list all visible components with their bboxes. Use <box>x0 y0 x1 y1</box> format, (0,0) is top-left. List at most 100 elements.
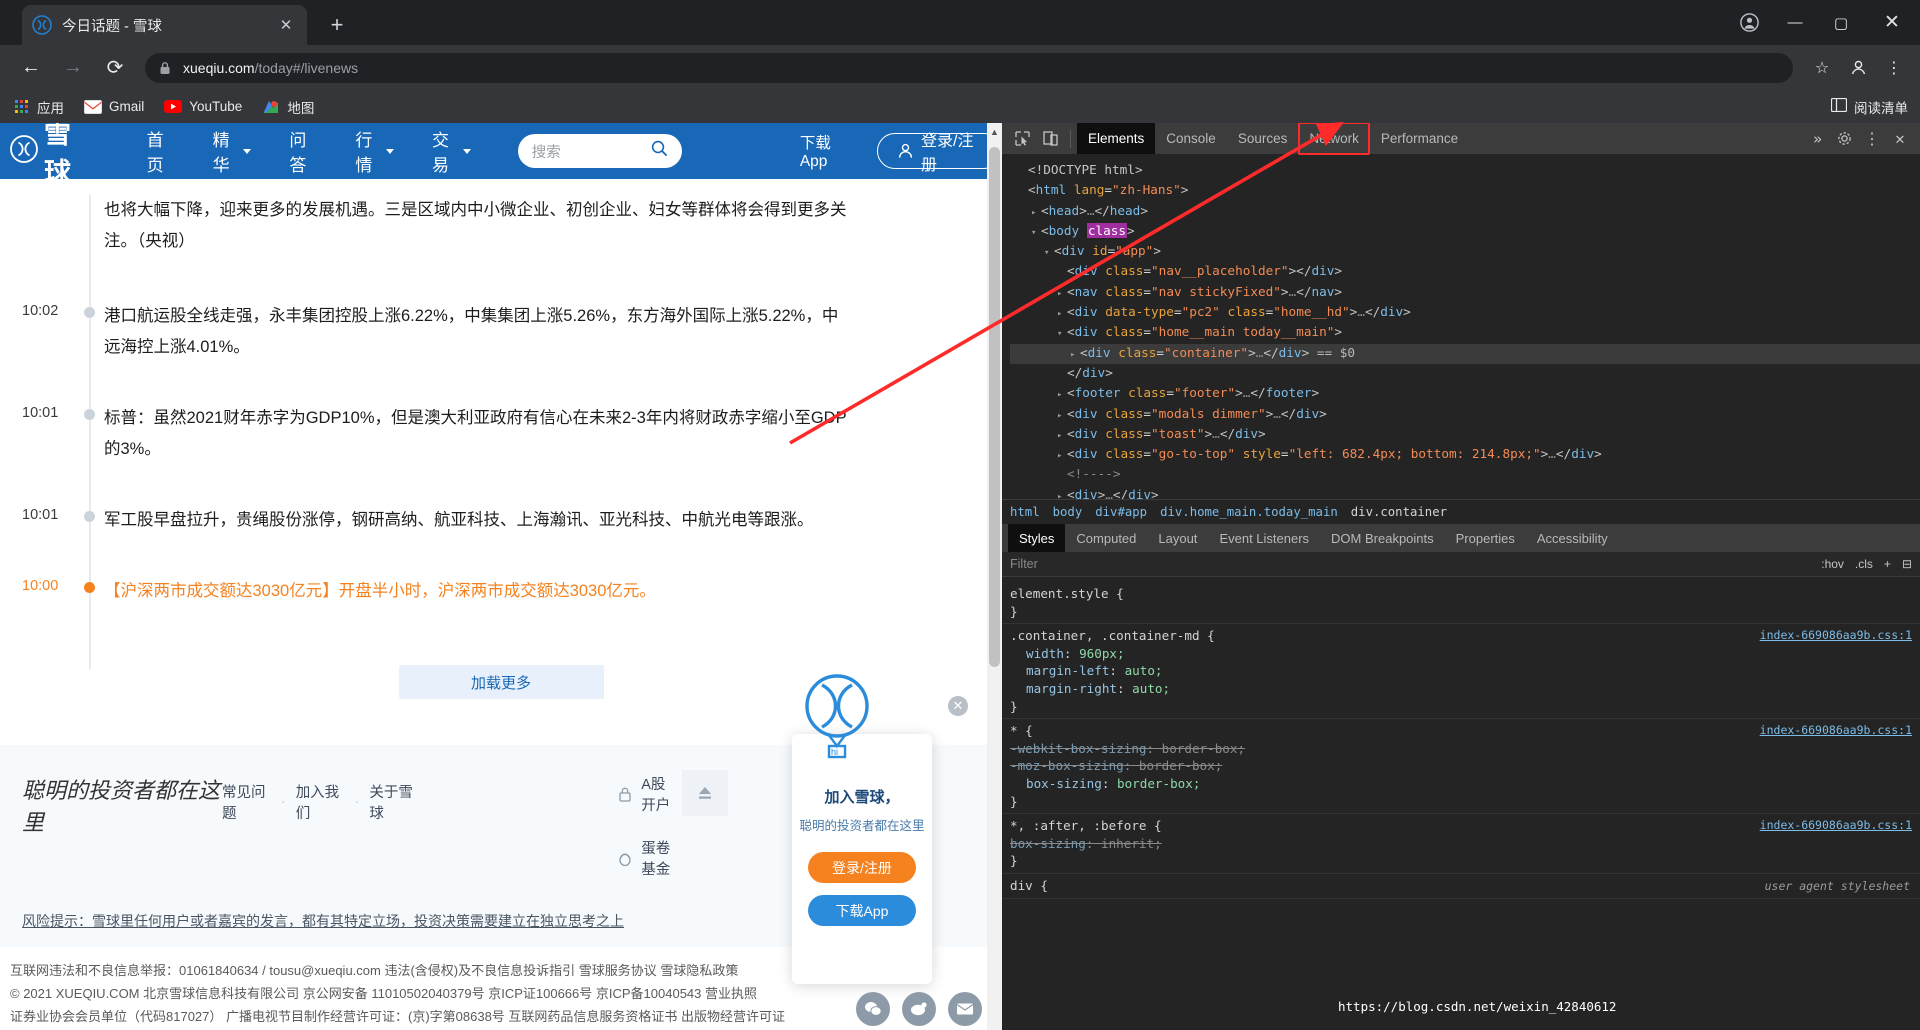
promo-register-button[interactable]: 登录/注册 <box>808 852 916 883</box>
new-tab-button[interactable]: + <box>323 11 351 39</box>
footer-item-a-share[interactable]: A股开户 <box>618 773 679 815</box>
breadcrumb-item[interactable]: html <box>1010 505 1040 519</box>
dom-node-line[interactable]: ▸ <div data-type="pc2" class="home__hd">…… <box>1010 303 1920 323</box>
close-icon[interactable]: ✕ <box>948 696 968 716</box>
devtools-close-icon[interactable]: ✕ <box>1886 126 1914 152</box>
address-bar[interactable]: xueqiu.com/today#/livenews <box>145 52 1793 83</box>
reload-button[interactable]: ⟳ <box>97 50 133 86</box>
scrollbar-thumb[interactable] <box>989 147 1000 667</box>
tab-sources[interactable]: Sources <box>1227 123 1299 154</box>
dom-node-line[interactable]: ▾ <div class="home__main today__main"> <box>1010 323 1920 343</box>
gear-icon[interactable] <box>1830 126 1858 152</box>
css-rule[interactable]: div {user agent stylesheet <box>1002 874 1920 899</box>
nav-item-wenda[interactable]: 问答 <box>289 126 317 176</box>
close-icon[interactable]: ✕ <box>275 14 297 36</box>
filter-control[interactable]: .cls <box>1855 557 1873 571</box>
tab-performance[interactable]: Performance <box>1370 123 1469 154</box>
css-source-link[interactable]: index-669086aa9b.css:1 <box>1760 627 1912 645</box>
bookmark-maps[interactable]: 地图 <box>262 97 314 117</box>
page-scrollbar[interactable]: ▲ <box>987 123 1002 1030</box>
minimize-button[interactable]: — <box>1772 0 1818 45</box>
wechat-icon[interactable] <box>856 992 890 1026</box>
promo-download-button[interactable]: 下载App <box>808 895 916 926</box>
tab-accessibility[interactable]: Accessibility <box>1526 524 1619 552</box>
weibo-icon[interactable] <box>902 992 936 1026</box>
device-toolbar-icon[interactable] <box>1036 126 1064 152</box>
css-declaration[interactable]: width: 960px; <box>1010 645 1912 663</box>
scroll-up-arrow-icon[interactable]: ▲ <box>987 123 1002 140</box>
css-declaration[interactable]: -webkit-box-sizing: border-box; <box>1010 740 1912 758</box>
nav-item-home[interactable]: 首页 <box>147 126 175 176</box>
footer-link-join[interactable]: 加入我们 <box>296 781 345 823</box>
dom-node-line[interactable]: ▸ <div class="container">…</div> == $0 <box>1010 343 1920 364</box>
breadcrumb-item[interactable]: div.home_main.today_main <box>1160 505 1338 519</box>
css-rule[interactable]: index-669086aa9b.css:1 *, :after, :before… <box>1002 814 1920 874</box>
css-source-link[interactable]: index-669086aa9b.css:1 <box>1760 722 1912 740</box>
css-rules-list[interactable]: element.style {} index-669086aa9b.css:1 .c… <box>1002 577 1920 899</box>
dom-node-line[interactable]: ▸<html lang="zh-Hans"> <box>1010 181 1920 201</box>
tab-properties[interactable]: Properties <box>1445 524 1526 552</box>
dom-node-line[interactable]: ▸ <div>…</div> <box>1010 486 1920 499</box>
dom-node-line[interactable]: ▸<!DOCTYPE html> <box>1010 161 1920 181</box>
login-register-button[interactable]: 登录/注册 <box>877 130 1002 174</box>
styles-filter-bar[interactable]: Filter :hov .cls + ⊟ <box>1002 552 1920 577</box>
filter-control[interactable]: :hov <box>1821 557 1844 571</box>
site-search-box[interactable]: 搜索 <box>517 134 682 168</box>
css-declaration[interactable]: margin-left: auto; <box>1010 662 1912 680</box>
breadcrumb[interactable]: html body div#app div.home_main.today_main d… <box>1002 499 1920 524</box>
go-to-top-button[interactable] <box>682 770 728 816</box>
dom-node-line[interactable]: ▸ <head>…</head> <box>1010 202 1920 222</box>
bookmark-apps[interactable]: 应用 <box>12 97 64 117</box>
browser-tab[interactable]: 今日话题 - 雪球 ✕ <box>22 5 307 45</box>
nav-item-jiaoyi[interactable]: 交易 <box>432 126 471 176</box>
dom-node-line[interactable]: ▸ <nav class="nav stickyFixed">…</nav> <box>1010 283 1920 303</box>
tab-computed[interactable]: Computed <box>1065 524 1147 552</box>
forward-button[interactable]: → <box>55 50 91 86</box>
css-source-link[interactable]: index-669086aa9b.css:1 <box>1760 817 1912 835</box>
css-declaration[interactable]: box-sizing: inherit; <box>1010 835 1912 853</box>
dom-tree[interactable]: ▸<!DOCTYPE html>▸<html lang="zh-Hans">▸<… <box>1002 154 1920 499</box>
tab-dom-breakpoints[interactable]: DOM Breakpoints <box>1320 524 1445 552</box>
download-app-link[interactable]: 下载App <box>800 131 853 171</box>
mail-icon[interactable] <box>948 992 982 1026</box>
back-button[interactable]: ← <box>13 50 49 86</box>
devtools-menu-icon[interactable]: ⋮ <box>1858 126 1886 152</box>
dom-node-line[interactable]: ▾ <div id="app"> <box>1010 242 1920 262</box>
nav-item-jinghua[interactable]: 精华 <box>213 126 252 176</box>
dom-node-line[interactable]: ▸<!----> <box>1010 465 1920 485</box>
dom-node-line[interactable]: ▸ <footer class="footer">…</footer> <box>1010 384 1920 404</box>
footer-link-about[interactable]: 关于雪球 <box>369 781 418 823</box>
bookmark-star-icon[interactable]: ☆ <box>1806 52 1838 84</box>
inspect-element-icon[interactable] <box>1008 126 1036 152</box>
tab-console[interactable]: Console <box>1155 123 1227 154</box>
load-more-button[interactable]: 加载更多 <box>398 665 604 699</box>
tab-elements[interactable]: Elements <box>1077 123 1156 154</box>
maximize-button[interactable]: ▢ <box>1818 0 1864 45</box>
more-tabs-icon[interactable]: » <box>1805 130 1830 148</box>
tab-styles[interactable]: Styles <box>1008 524 1066 552</box>
profile-avatar-icon[interactable] <box>1726 0 1772 45</box>
breadcrumb-item[interactable]: div#app <box>1095 505 1147 519</box>
bookmark-youtube[interactable]: YouTube <box>164 98 242 116</box>
dom-node-line[interactable]: ▸</div> <box>1010 364 1920 384</box>
tab-event-listeners[interactable]: Event Listeners <box>1208 524 1320 552</box>
css-declaration[interactable]: box-sizing: border-box; <box>1010 775 1912 793</box>
dom-node-line[interactable]: ▾ <body class> <box>1010 222 1920 242</box>
filter-control[interactable]: ⊟ <box>1902 557 1912 571</box>
dom-node-line[interactable]: ▸ <div class="toast">…</div> <box>1010 425 1920 445</box>
window-close-button[interactable]: ✕ <box>1864 0 1920 45</box>
breadcrumb-item[interactable]: body <box>1053 505 1083 519</box>
reading-list-button[interactable]: 阅读清单 <box>1830 97 1908 117</box>
css-declaration[interactable]: -moz-box-sizing: border-box; <box>1010 757 1912 775</box>
tab-network[interactable]: Network <box>1298 123 1370 155</box>
breadcrumb-item[interactable]: div.container <box>1351 505 1447 519</box>
css-rule[interactable]: index-669086aa9b.css:1 .container, .conta… <box>1002 624 1920 720</box>
dom-node-line[interactable]: ▸<div class="nav__placeholder"></div> <box>1010 262 1920 282</box>
filter-right-controls[interactable]: :hov .cls + ⊟ <box>1810 557 1912 571</box>
filter-control[interactable]: + <box>1884 557 1891 571</box>
footer-item-danjuan[interactable]: 蛋卷基金 <box>618 837 679 879</box>
search-icon[interactable] <box>651 140 668 162</box>
user-profile-icon[interactable] <box>1842 52 1874 84</box>
css-rule[interactable]: index-669086aa9b.css:1 * {-webkit-box-siz… <box>1002 719 1920 815</box>
nav-item-hangqing[interactable]: 行情 <box>355 126 395 176</box>
